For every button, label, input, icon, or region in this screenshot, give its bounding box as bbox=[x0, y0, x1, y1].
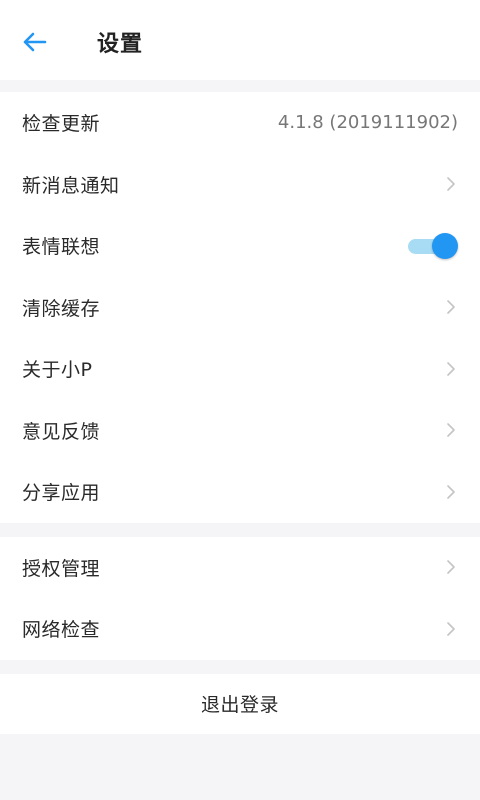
chevron-right-icon bbox=[444, 297, 458, 317]
row-label: 新消息通知 bbox=[22, 174, 120, 197]
chevron-right-icon bbox=[444, 174, 458, 194]
row-label: 授权管理 bbox=[22, 557, 101, 580]
toggle-knob bbox=[432, 232, 458, 259]
emoji-suggestion-toggle[interactable] bbox=[406, 232, 458, 260]
chevron-right-icon bbox=[444, 359, 458, 379]
settings-section-secondary: 授权管理 网络检查 bbox=[0, 536, 480, 660]
logout-button[interactable]: 退出登录 bbox=[0, 673, 480, 734]
row-network-check[interactable]: 网络检查 bbox=[0, 598, 480, 660]
row-label: 关于小P bbox=[22, 359, 93, 382]
row-check-update[interactable]: 检查更新 4.1.8 (2019111902) bbox=[0, 92, 480, 154]
row-clear-cache[interactable]: 清除缓存 bbox=[0, 277, 480, 339]
chevron-right-icon bbox=[444, 557, 458, 577]
row-label: 网络检查 bbox=[22, 619, 101, 642]
row-about[interactable]: 关于小P bbox=[0, 338, 480, 400]
row-emoji-suggestion[interactable]: 表情联想 bbox=[0, 215, 480, 277]
logout-label: 退出登录 bbox=[200, 694, 279, 716]
app-header: 设置 bbox=[0, 0, 480, 80]
row-permission-management[interactable]: 授权管理 bbox=[0, 537, 480, 599]
chevron-right-icon bbox=[444, 619, 458, 639]
row-new-message-notification[interactable]: 新消息通知 bbox=[0, 154, 480, 216]
version-value: 4.1.8 (2019111902) bbox=[277, 112, 458, 134]
row-label: 意见反馈 bbox=[22, 420, 101, 443]
page-title: 设置 bbox=[97, 32, 144, 57]
row-label: 表情联想 bbox=[22, 236, 101, 259]
back-button[interactable] bbox=[14, 22, 54, 62]
settings-screen: 设置 检查更新 4.1.8 (2019111902) 新消息通知 表情联想 清除… bbox=[0, 0, 480, 800]
arrow-left-icon bbox=[23, 32, 47, 52]
row-label: 清除缓存 bbox=[22, 297, 101, 320]
chevron-right-icon bbox=[444, 482, 458, 502]
chevron-right-icon bbox=[444, 420, 458, 440]
settings-section-main: 检查更新 4.1.8 (2019111902) 新消息通知 表情联想 清除缓存 … bbox=[0, 92, 480, 523]
row-label: 检查更新 bbox=[22, 113, 101, 136]
row-feedback[interactable]: 意见反馈 bbox=[0, 400, 480, 462]
row-share-app[interactable]: 分享应用 bbox=[0, 461, 480, 523]
row-label: 分享应用 bbox=[22, 482, 101, 505]
